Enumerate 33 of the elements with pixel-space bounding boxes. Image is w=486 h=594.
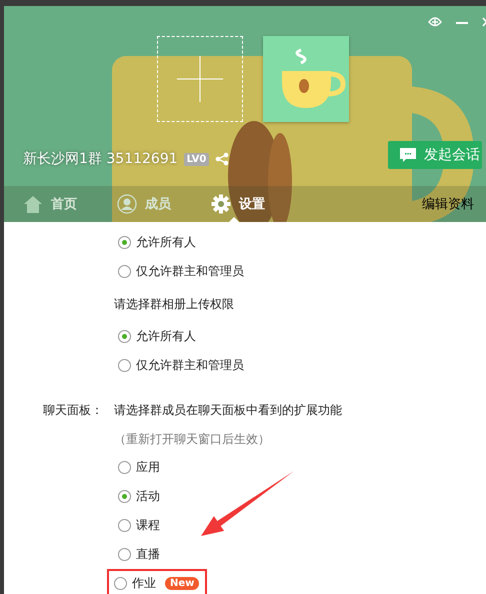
gear-icon [211,194,231,214]
option-radio[interactable]: 直播 [114,540,160,569]
plus-icon [177,56,223,102]
radio-circle[interactable] [118,519,131,532]
nav-tab[interactable]: 设置 [211,186,265,222]
home-icon [23,194,43,214]
upload-avatar-button[interactable] [157,36,243,122]
option-radio[interactable]: 活动 [114,482,160,511]
option-radio[interactable]: 允许所有人 [114,322,196,351]
radio-circle[interactable] [118,236,131,249]
edit-profile-link[interactable]: 编辑资料 [422,195,474,213]
new-badge: New [165,577,200,590]
prompt-text: 请选择群相册上传权限 [114,296,234,312]
option-radio[interactable]: 仅允许群主和管理员 [114,351,244,380]
radio-circle[interactable] [118,265,131,278]
option-radio[interactable]: 作业 New [107,569,208,594]
section-label: 聊天面板： [43,402,103,416]
radio-circle[interactable] [118,359,131,372]
chat-bubble-icon [400,148,416,162]
radio-circle[interactable] [118,461,131,474]
share-icon[interactable] [215,152,230,166]
radio-circle[interactable] [114,577,127,590]
radio-circle[interactable] [118,330,131,343]
person-icon [117,194,137,214]
radio-circle[interactable] [118,490,131,503]
option-radio[interactable]: 仅允许群主和管理员 [114,257,244,286]
option-radio[interactable]: 允许所有人 [114,228,196,257]
option-radio[interactable]: 应用 [114,453,160,482]
radio-circle[interactable] [118,548,131,561]
option-radio[interactable]: 课程 [114,511,160,540]
skin-icon[interactable] [428,16,442,28]
note-text: （重新打开聊天窗口后生效） [114,430,270,448]
prompt-text: 请选择群成员在聊天面板中看到的扩展功能 [114,402,342,418]
